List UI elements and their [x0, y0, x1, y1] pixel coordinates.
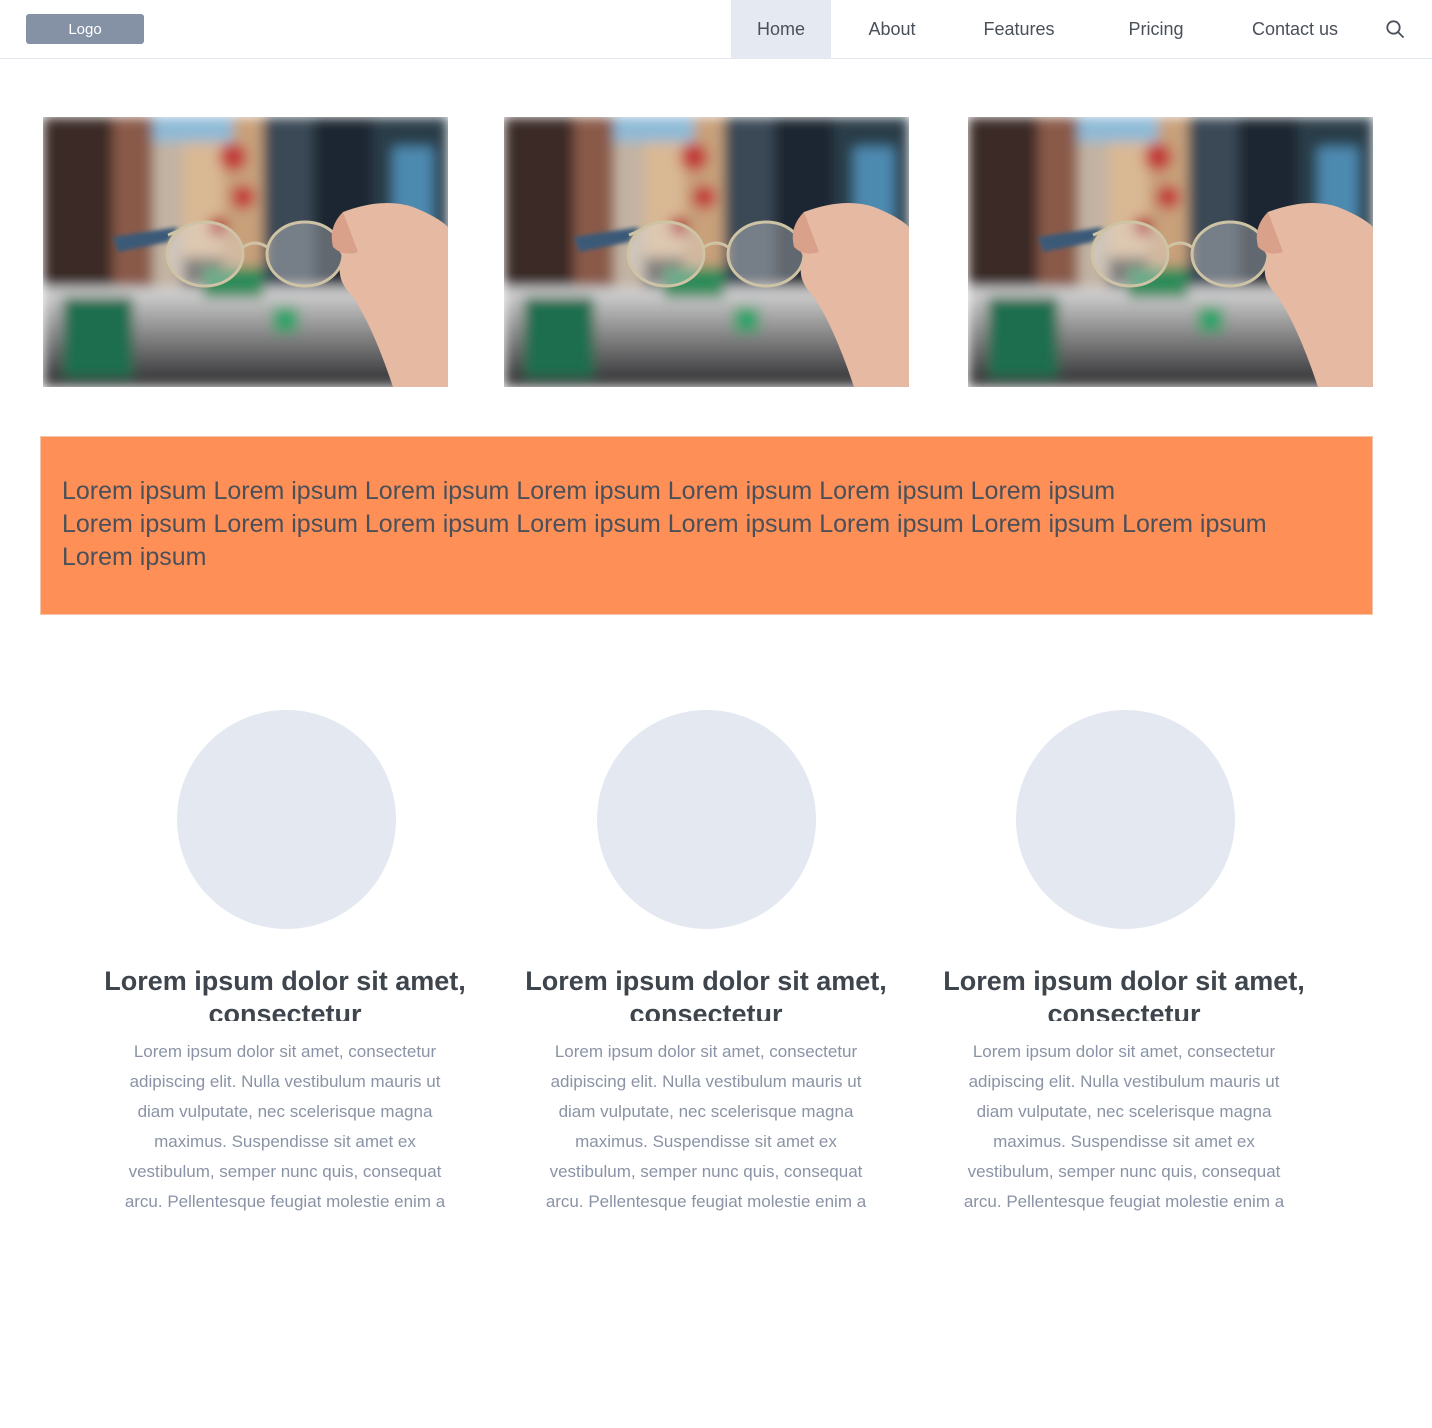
- search-icon: [1386, 20, 1404, 38]
- photo-glasses: [504, 117, 909, 387]
- photo-glasses: [43, 117, 448, 387]
- feature-text: Lorem ipsum dolor sit amet, consectetur …: [124, 1042, 446, 1211]
- glasses-photo-image: [504, 117, 909, 387]
- feature-text: Lorem ipsum dolor sit amet, consectetur …: [963, 1042, 1285, 1211]
- feature-text: Lorem ipsum dolor sit amet, consectetur …: [545, 1042, 867, 1211]
- feature-circle-placeholder: [1016, 710, 1235, 929]
- feature-title: Lorem ipsum dolor sit amet, consectetur: [943, 966, 1305, 1021]
- nav-contact-us[interactable]: Contact us: [1240, 0, 1350, 58]
- nav-pricing[interactable]: Pricing: [1110, 0, 1202, 58]
- feature-title: Lorem ipsum dolor sit amet, consectetur: [104, 966, 466, 1021]
- nav-home[interactable]: Home: [731, 0, 831, 58]
- feature-title: Lorem ipsum dolor sit amet, consectetur: [525, 966, 887, 1021]
- banner-line: Lorem ipsum: [62, 543, 207, 571]
- feature-circle-placeholder: [177, 710, 396, 929]
- glasses-photo-image: [43, 117, 448, 387]
- logo[interactable]: Logo: [26, 14, 144, 44]
- feature-circle-placeholder: [597, 710, 816, 929]
- nav-features[interactable]: Features: [969, 0, 1069, 58]
- glasses-photo-image: [968, 117, 1373, 387]
- top-navbar: Logo Home About Features Pricing Contact…: [0, 0, 1432, 59]
- banner-line: Lorem ipsum Lorem ipsum Lorem ipsum Lore…: [62, 510, 1267, 538]
- photo-glasses: [968, 117, 1373, 387]
- banner-line: Lorem ipsum Lorem ipsum Lorem ipsum Lore…: [62, 477, 1116, 505]
- nav-about[interactable]: About: [851, 0, 933, 58]
- orange-banner: Lorem ipsum Lorem ipsum Lorem ipsum Lore…: [40, 436, 1373, 615]
- search-button[interactable]: [1382, 16, 1408, 42]
